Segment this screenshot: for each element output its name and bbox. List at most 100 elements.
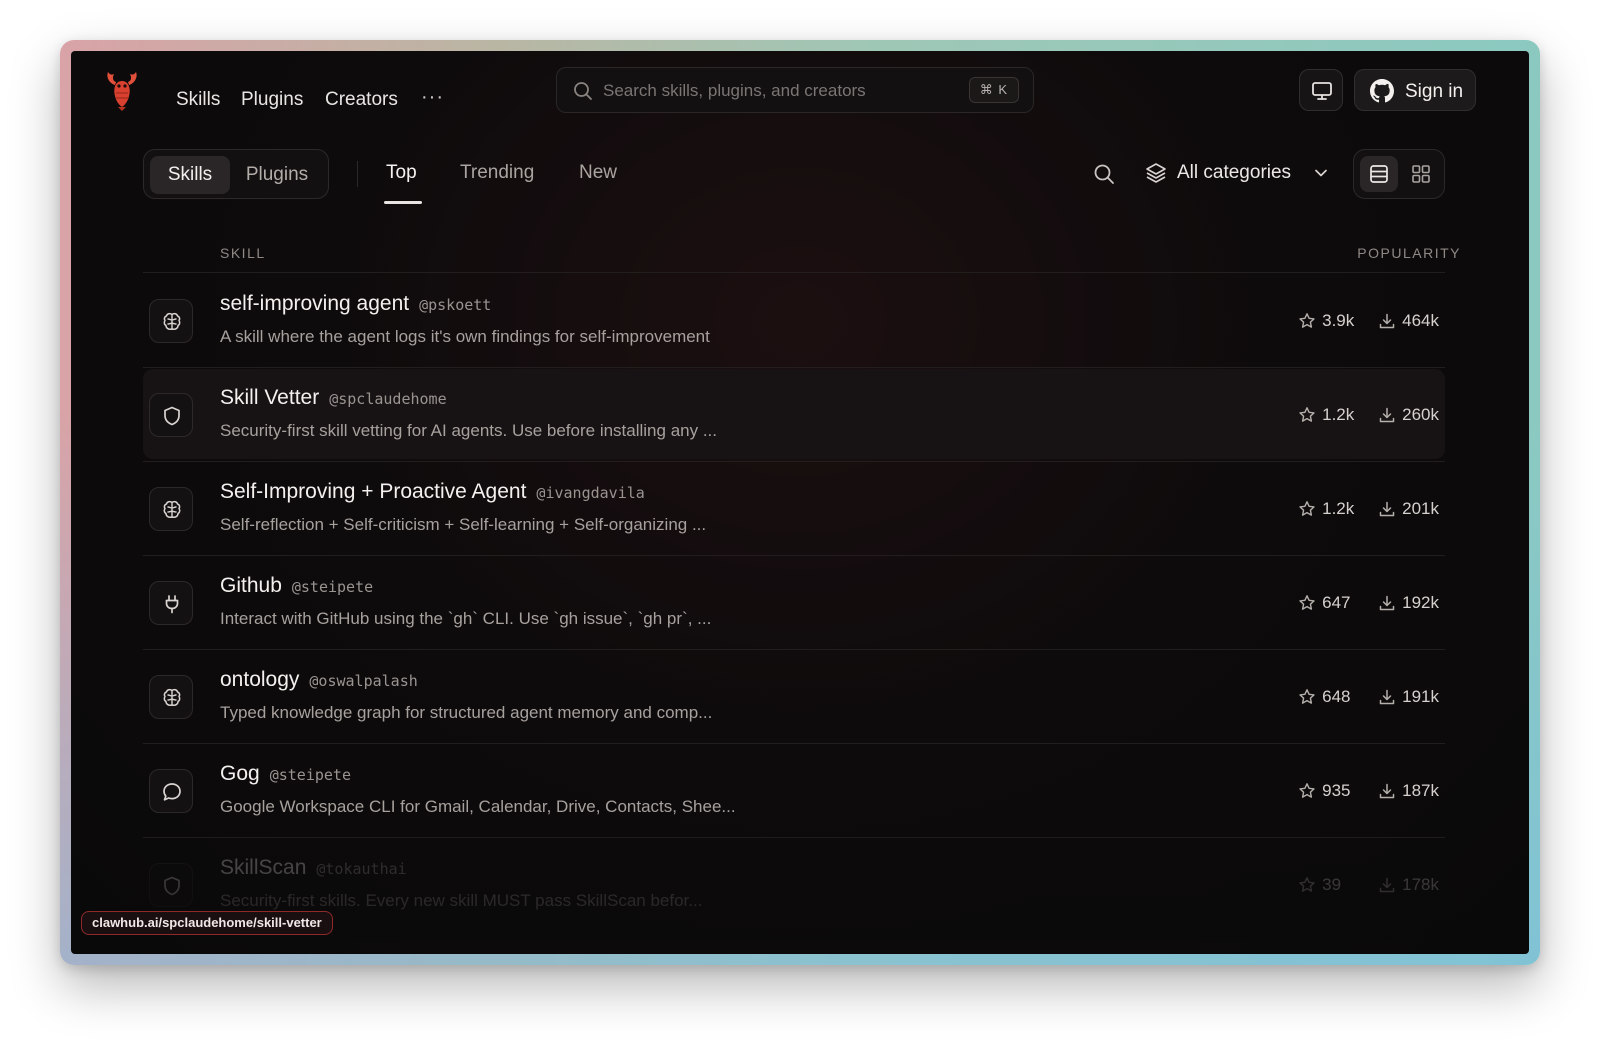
skill-description: Security-first skill vetting for AI agen… — [220, 421, 717, 440]
download-count: 260k — [1402, 405, 1439, 424]
list-view-button[interactable] — [1360, 156, 1398, 192]
table-row[interactable]: Github @steipete Interact with GitHub usin… — [143, 557, 1445, 647]
skill-icon-badge — [149, 863, 193, 907]
star-count: 3.9k — [1322, 311, 1355, 330]
tab-top[interactable]: Top — [386, 162, 417, 184]
author-handle[interactable]: @tokauthai — [316, 860, 406, 878]
sign-in-button[interactable]: Sign in — [1354, 69, 1476, 111]
skill-name[interactable]: Gog — [220, 762, 260, 785]
skill-title[interactable]: self-improving agent @pskoett — [220, 292, 491, 316]
skill-icon-badge — [149, 769, 193, 813]
nav-skills-link[interactable]: Skills — [176, 89, 220, 111]
popularity-stats: 3.9k 464k — [1298, 309, 1439, 333]
table-divider — [143, 743, 1445, 744]
author-handle[interactable]: @oswalpalash — [309, 672, 417, 690]
skill-name[interactable]: Self-Improving + Proactive Agent — [220, 480, 526, 503]
skill-title[interactable]: ontology @oswalpalash — [220, 668, 418, 692]
download-count: 201k — [1402, 499, 1439, 518]
grid-view-button[interactable] — [1402, 156, 1440, 192]
download-count: 187k — [1402, 781, 1439, 800]
popularity-stats: 1.2k 260k — [1298, 403, 1439, 427]
search-box[interactable]: Search skills, plugins, and creators ⌘ K — [556, 67, 1034, 113]
skill-description: Security-first skills. Every new skill M… — [220, 891, 703, 910]
github-icon — [1370, 79, 1394, 103]
skill-name[interactable]: ontology — [220, 668, 299, 691]
segment-plugins[interactable]: Plugins — [236, 156, 318, 194]
table-row[interactable]: Skill Vetter @spclaudehome Security-first … — [143, 369, 1445, 459]
skill-title[interactable]: SkillScan @tokauthai — [220, 856, 407, 880]
star-count: 647 — [1322, 593, 1351, 612]
star-icon — [1299, 501, 1315, 516]
chevron-down-icon — [1315, 169, 1327, 177]
download-icon — [1379, 877, 1395, 893]
table-divider — [143, 837, 1445, 838]
star-count: 935 — [1322, 781, 1351, 800]
table-divider — [143, 461, 1445, 462]
toolbar-divider — [357, 161, 358, 187]
skill-icon-badge — [149, 299, 193, 343]
segment-skills[interactable]: Skills — [150, 156, 230, 194]
popularity-stats: 647 192k — [1298, 591, 1439, 615]
star-icon — [1299, 783, 1315, 798]
lobster-logo-icon[interactable] — [103, 69, 141, 111]
search-icon — [574, 82, 592, 100]
popularity-stats: 39 178k — [1298, 873, 1439, 897]
table-row[interactable]: self-improving agent @pskoett A skill wher… — [143, 275, 1445, 365]
sign-in-label: Sign in — [1405, 81, 1464, 102]
skill-name[interactable]: self-improving agent — [220, 292, 409, 315]
table-row[interactable]: Gog @steipete Google Workspace CLI for Gma… — [143, 745, 1445, 835]
skill-description: Interact with GitHub using the `gh` CLI.… — [220, 609, 712, 628]
type-segment-control: Skills Plugins — [143, 149, 329, 199]
star-icon — [1299, 407, 1315, 422]
grid-view-icon — [1412, 165, 1430, 183]
column-header-popularity[interactable]: POPULARITY — [1357, 245, 1461, 261]
view-toggle — [1353, 149, 1445, 199]
star-icon — [1299, 595, 1315, 610]
table-row[interactable]: ontology @oswalpalash Typed knowledge grap… — [143, 651, 1445, 741]
popularity-stats: 648 191k — [1298, 685, 1439, 709]
download-count: 192k — [1402, 593, 1439, 612]
popularity-stats: 1.2k 201k — [1298, 497, 1439, 521]
more-menu-button[interactable]: ··· — [421, 86, 444, 109]
monitor-icon — [1312, 82, 1332, 100]
skill-icon-badge — [149, 675, 193, 719]
nav-creators-link[interactable]: Creators — [325, 89, 398, 111]
skill-description: Google Workspace CLI for Gmail, Calendar… — [220, 797, 736, 816]
download-icon — [1379, 407, 1395, 423]
download-icon — [1379, 501, 1395, 517]
author-handle[interactable]: @pskoett — [419, 296, 491, 314]
author-handle[interactable]: @steipete — [292, 578, 373, 596]
skill-name[interactable]: SkillScan — [220, 856, 306, 879]
theme-monitor-button[interactable] — [1299, 69, 1343, 111]
table-row[interactable]: Self-Improving + Proactive Agent @ivangda… — [143, 463, 1445, 553]
star-icon — [1299, 689, 1315, 704]
browser-frame: Skills Plugins Creators ··· Search skill… — [60, 40, 1540, 965]
table-divider — [143, 649, 1445, 650]
download-icon — [1379, 313, 1395, 329]
author-handle[interactable]: @ivangdavila — [536, 484, 644, 502]
table-divider — [143, 555, 1445, 556]
skill-name[interactable]: Github — [220, 574, 282, 597]
filter-search-icon[interactable] — [1093, 163, 1115, 185]
category-label: All categories — [1177, 162, 1292, 183]
skill-title[interactable]: Gog @steipete — [220, 762, 351, 786]
skill-title[interactable]: Github @steipete — [220, 574, 373, 598]
download-icon — [1379, 595, 1395, 611]
top-nav: Skills Plugins Creators ··· Search skill… — [71, 51, 1529, 133]
popularity-stats: 935 187k — [1298, 779, 1439, 803]
skill-description: A skill where the agent logs it's own fi… — [220, 327, 710, 346]
star-count: 648 — [1322, 687, 1351, 706]
skill-title[interactable]: Skill Vetter @spclaudehome — [220, 386, 447, 410]
star-count: 1.2k — [1322, 499, 1355, 518]
skill-name[interactable]: Skill Vetter — [220, 386, 319, 409]
tab-trending[interactable]: Trending — [460, 162, 534, 184]
star-count: 39 — [1322, 875, 1342, 894]
tab-new[interactable]: New — [579, 162, 617, 184]
nav-plugins-link[interactable]: Plugins — [241, 89, 303, 111]
skill-icon-badge — [149, 581, 193, 625]
author-handle[interactable]: @spclaudehome — [329, 390, 446, 408]
skill-title[interactable]: Self-Improving + Proactive Agent @ivangda… — [220, 480, 645, 504]
table-row[interactable]: SkillScan @tokauthai Security-first skills… — [143, 839, 1445, 929]
author-handle[interactable]: @steipete — [270, 766, 351, 784]
status-bar-url: clawhub.ai/spclaudehome/skill-vetter — [81, 911, 333, 935]
